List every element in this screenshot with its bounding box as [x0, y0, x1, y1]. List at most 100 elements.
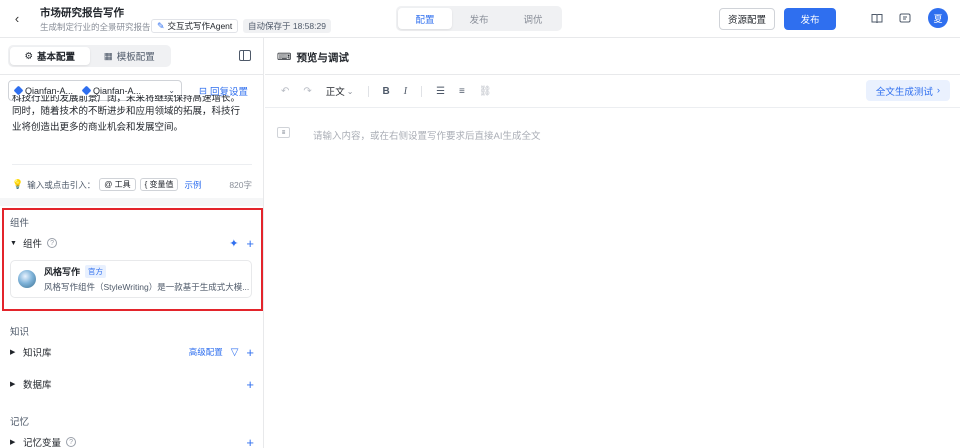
add-component-icon[interactable]: + — [246, 237, 254, 250]
editor-placeholder[interactable]: 请输入内容，或在右侧设置写作要求后直接AI生成全文 — [313, 128, 540, 142]
publish-button[interactable]: 发布 — [784, 8, 836, 30]
add-database-icon[interactable]: + — [246, 378, 254, 391]
tab-template-config[interactable]: ▦ 模板配置 — [90, 47, 170, 65]
knowledge-base-label: 知识库 — [23, 348, 52, 359]
chevron-right-icon: › — [936, 85, 941, 96]
insert-variable-chip[interactable]: { 变量值 — [139, 178, 179, 191]
component-card[interactable]: 风格写作 官方 风格写作组件（StyleWriting）是一款基于生成式大模..… — [10, 260, 252, 298]
book-icon[interactable] — [870, 11, 884, 25]
database-actions: + — [246, 378, 254, 391]
component-info: 风格写作 官方 风格写作组件（StyleWriting）是一款基于生成式大模..… — [44, 265, 249, 293]
model-option-1: Qianfan-A... — [13, 85, 74, 96]
tab-publish[interactable]: 发布 — [452, 8, 506, 29]
filter-icon[interactable]: ▽ — [231, 347, 239, 358]
knowledge-base-row[interactable]: ▶ 知识库 高级配置 ▽ + — [10, 344, 254, 360]
app-subtitle: 生成制定行业的全景研究报告 — [40, 22, 151, 32]
component-description: 风格写作组件（StyleWriting）是一款基于生成式大模... — [44, 282, 250, 292]
database-row[interactable]: ▶ 数据库 + — [10, 376, 254, 392]
italic-icon[interactable]: I — [404, 86, 407, 97]
component-logo — [18, 270, 36, 288]
section-gap — [0, 198, 263, 206]
preview-title-label: 预览与调试 — [296, 52, 349, 64]
magic-wand-icon: ✎ — [157, 20, 165, 31]
components-section-title: 组件 — [10, 218, 30, 229]
redo-icon[interactable]: ↷ — [303, 86, 311, 97]
caret-down-icon[interactable]: ▼ — [10, 240, 18, 247]
chat-debug-icon: ⌨ — [277, 52, 292, 63]
caret-right-icon[interactable]: ▶ — [10, 380, 18, 388]
official-badge: 官方 — [85, 265, 107, 278]
preview-panel: ⌨ 预览与调试 ↶ ↷ 正文 ⌄ B I ☰ ≡ ⛓ 全文生成测试 › ≡ 请输… — [265, 38, 960, 448]
tab-config[interactable]: 配置 — [398, 8, 452, 29]
feedback-icon[interactable] — [898, 11, 912, 25]
agent-tag-label: 交互式写作Agent — [167, 21, 233, 31]
lightbulb-icon: 💡 — [12, 179, 24, 189]
component-name-row: 风格写作 官方 — [44, 265, 249, 278]
database-label: 数据库 — [23, 380, 52, 391]
knowledge-base-actions: 高级配置 ▽ + — [189, 346, 254, 359]
config-tabs: ⚙ 基本配置 ▦ 模板配置 — [8, 45, 171, 67]
memory-variable-row[interactable]: ▶ 记忆变量 ? + — [10, 434, 254, 448]
memory-variable-label: 记忆变量 — [23, 438, 62, 448]
agent-type-tag: ✎ 交互式写作Agent — [151, 19, 239, 33]
text-style-select[interactable]: 正文 ⌄ — [326, 84, 354, 99]
help-icon[interactable]: ? — [66, 437, 77, 447]
prompt-line-cut: 科技行业的发展前景广阔，未来将继续保持高速增长。 — [12, 95, 252, 107]
full-generation-test-button[interactable]: 全文生成测试 › — [866, 80, 950, 101]
add-knowledge-icon[interactable]: + — [246, 346, 254, 359]
chevron-down-icon: ⌄ — [346, 86, 354, 96]
toolbar-separator — [421, 85, 423, 97]
divider — [12, 164, 252, 165]
back-arrow-icon[interactable]: ‹ — [10, 11, 24, 26]
prompt-textarea[interactable]: 科技行业的发展前景广阔，未来将继续保持高速增长。 同时，随着技术的不断进步和应用… — [12, 95, 252, 136]
gear-icon: ⚙ — [24, 50, 33, 62]
top-header: ‹ 市场研究报告写作 生成制定行业的全景研究报告 ✎ 交互式写作Agent 自动… — [0, 0, 960, 38]
editor-toolbar: ↶ ↷ 正文 ⌄ B I ☰ ≡ ⛓ — [281, 82, 492, 100]
link-icon[interactable]: ⛓ — [479, 86, 492, 97]
components-actions: ✦ + — [229, 237, 254, 250]
component-name: 风格写作 — [44, 267, 81, 277]
block-menu-icon[interactable]: ≡ — [277, 127, 290, 138]
prompt-partial-line: 科技行业的发展前景广阔，未来将继续保持高速增长。 — [12, 95, 241, 104]
components-group-label: 组件 — [23, 239, 43, 250]
model-option-2: Qianfan-A... — [81, 85, 141, 96]
prompt-line: 业将创造出更多的商业机会和发展空间。 — [12, 122, 184, 133]
tab-basic-config[interactable]: ⚙ 基本配置 — [10, 47, 90, 65]
advanced-config-link[interactable]: 高级配置 — [189, 346, 223, 358]
numbered-list-icon[interactable]: ≡ — [459, 86, 465, 97]
example-link[interactable]: 示例 — [184, 179, 201, 191]
tab-tuning[interactable]: 调优 — [506, 8, 560, 29]
chevron-down-icon: ⌄ — [168, 86, 175, 95]
knowledge-section-title: 知识 — [10, 327, 30, 338]
app-title: 市场研究报告写作 — [40, 7, 124, 19]
mode-tabs: 配置 发布 调优 — [396, 6, 562, 31]
panel-toggle-icon[interactable] — [239, 50, 251, 61]
config-panel: ⚙ 基本配置 ▦ 模板配置 Qianfan-A... Qianfan-A... … — [0, 38, 264, 448]
full-test-label: 全文生成测试 — [875, 86, 933, 98]
tab-template-config-label: 模板配置 — [116, 52, 155, 63]
avatar[interactable]: 夏 — [928, 8, 948, 28]
sparkle-icon[interactable]: ✦ — [229, 237, 238, 250]
memory-actions: + — [246, 436, 254, 448]
model-cube-icon — [81, 85, 92, 96]
divider — [265, 107, 960, 108]
divider — [265, 74, 960, 75]
components-group-row[interactable]: ▼ 组件 ? ✦ + — [10, 235, 254, 251]
caret-right-icon[interactable]: ▶ — [10, 348, 18, 356]
preview-title: ⌨ 预览与调试 — [277, 50, 349, 65]
tab-basic-config-label: 基本配置 — [37, 52, 76, 63]
template-icon: ▦ — [103, 50, 113, 62]
divider — [0, 74, 263, 75]
bullet-list-icon[interactable]: ☰ — [436, 86, 445, 97]
help-icon[interactable]: ? — [47, 238, 58, 248]
autosave-status: 自动保存于 18:58:29 — [243, 19, 331, 33]
model-name-1: Qianfan-A... — [25, 85, 74, 96]
toolbar-separator — [367, 85, 369, 97]
caret-right-icon[interactable]: ▶ — [10, 438, 18, 446]
add-memory-icon[interactable]: + — [246, 436, 254, 448]
undo-icon[interactable]: ↶ — [281, 86, 289, 97]
insert-tool-chip[interactable]: @ 工具 — [99, 178, 136, 191]
char-count: 820字 — [229, 179, 252, 190]
resource-config-button[interactable]: 资源配置 — [719, 8, 775, 30]
bold-icon[interactable]: B — [383, 86, 390, 97]
